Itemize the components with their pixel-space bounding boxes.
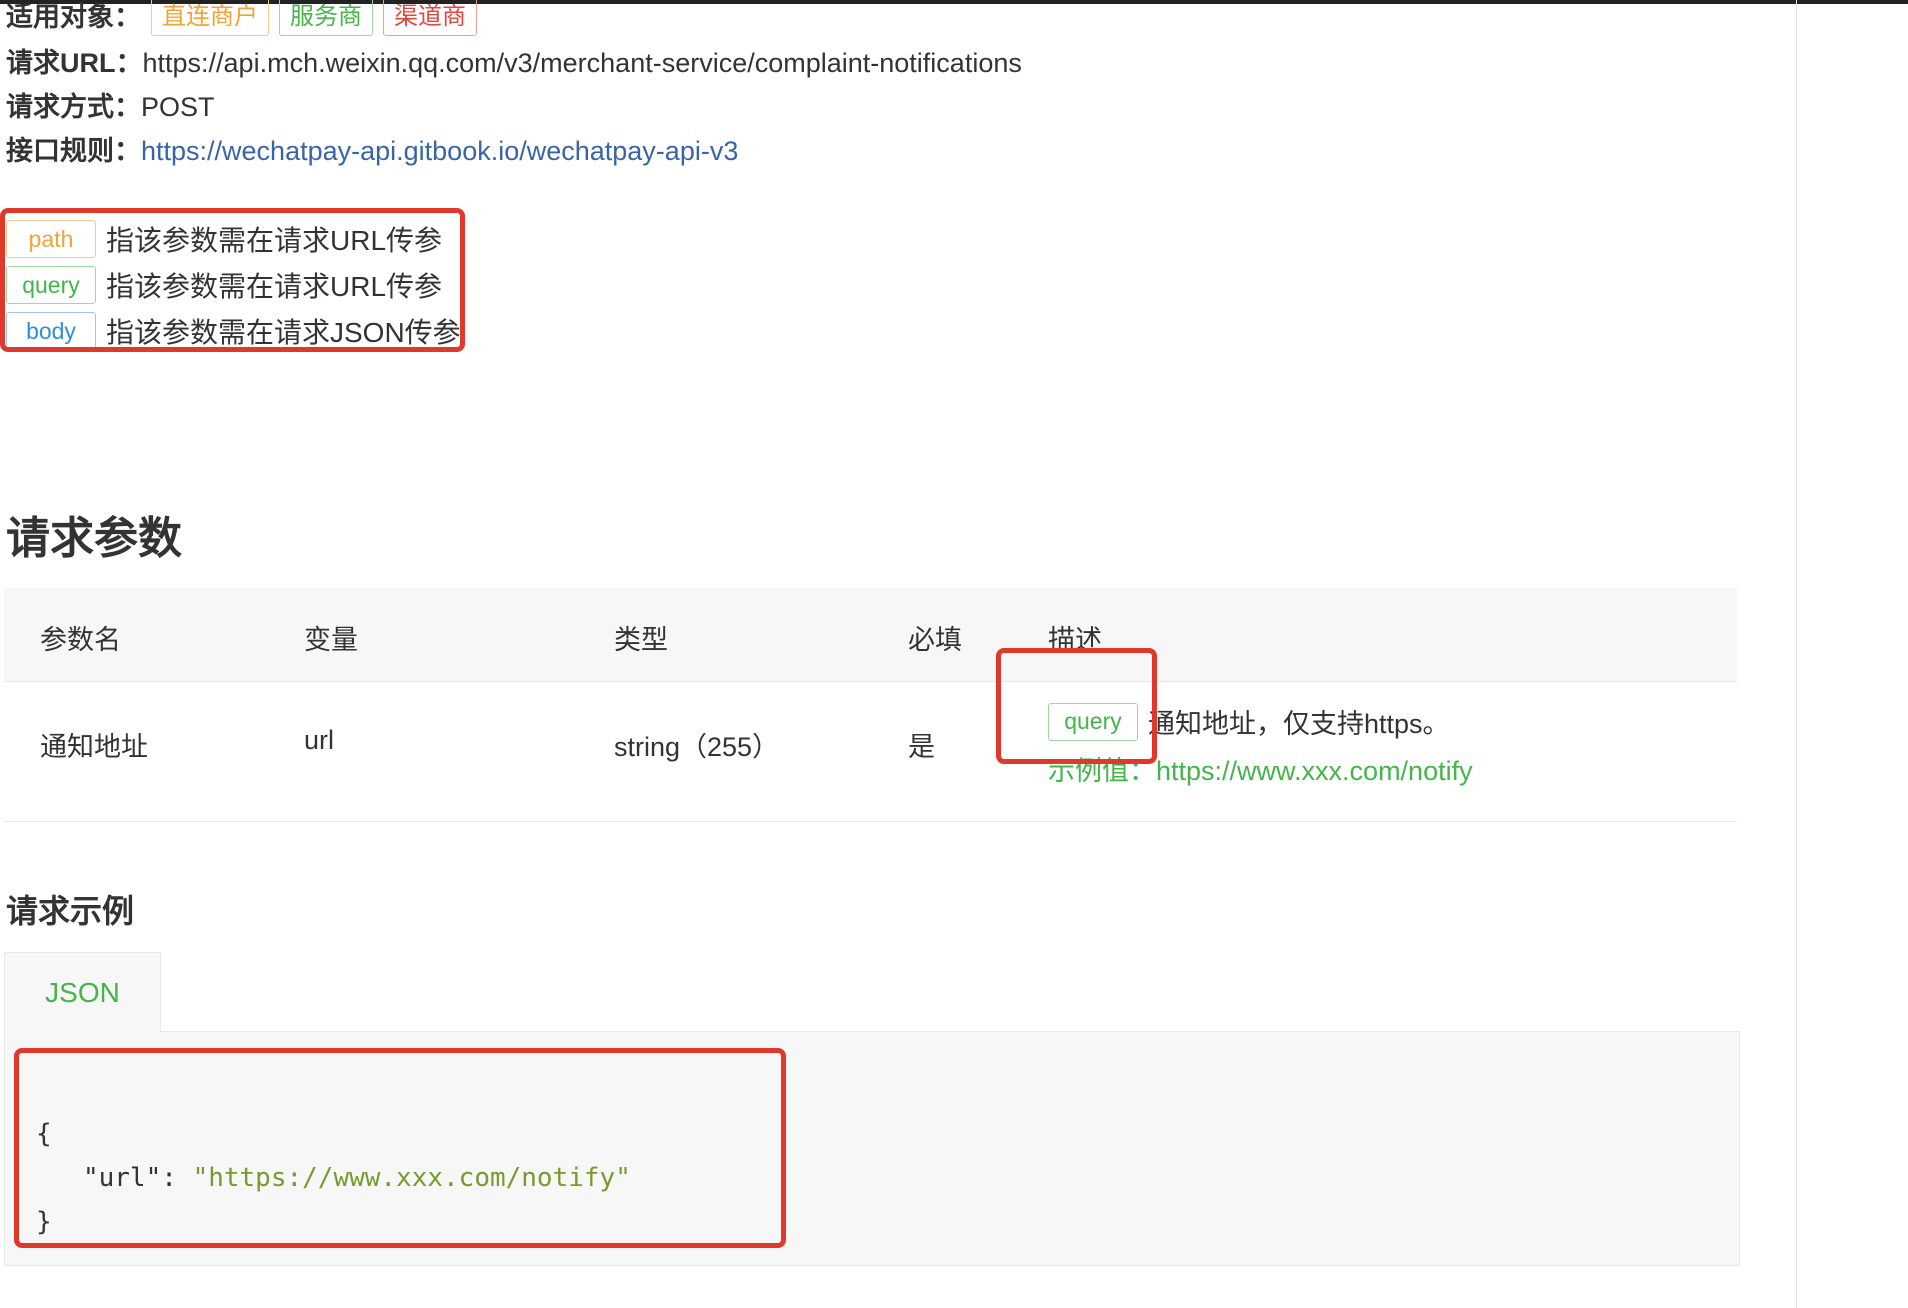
legend-text-query: 指该参数需在请求URL传参 (106, 271, 443, 302)
header-type: 类型 (614, 625, 668, 655)
tag-direct-merchant: 直连商户 (151, 0, 269, 36)
legend-path: path 指该参数需在请求URL传参 (6, 219, 442, 259)
legend-tag-path: path (6, 220, 96, 258)
legend-tag-query: query (6, 266, 96, 304)
tag-service-provider: 服务商 (279, 0, 373, 36)
description-text: 通知地址，仅支持https。 (1148, 709, 1450, 739)
cell-description: query 通知地址，仅支持https。 示例值：https://www.xxx… (1048, 702, 1473, 788)
code-key: "url" (82, 1163, 162, 1193)
params-table-header: 参数名 变量 类型 必填 描述 (4, 588, 1737, 682)
request-example-title: 请求示例 (6, 893, 135, 929)
request-method-label: 请求方式： (6, 92, 141, 122)
description-query-tag: query (1048, 702, 1138, 741)
request-method-value: POST (141, 92, 215, 122)
applicable-row: 适用对象： 直连商户 服务商 渠道商 (6, 0, 487, 36)
legend-text-path: 指该参数需在请求URL传参 (106, 225, 443, 256)
request-method-row: 请求方式： POST (6, 90, 215, 124)
table-row: 通知地址 url string（255） 是 query 通知地址，仅支持htt… (4, 682, 1737, 822)
code-value: "https://www.xxx.com/notify" (192, 1163, 631, 1193)
header-required: 必填 (908, 625, 962, 655)
description-main: query 通知地址，仅支持https。 (1048, 702, 1473, 741)
api-rules-row: 接口规则： https://wechatpay-api.gitbook.io/w… (6, 134, 738, 168)
params-table: 参数名 变量 类型 必填 描述 通知地址 url string（255） 是 q… (4, 588, 1737, 822)
code-block: { "url": "https://www.xxx.com/notify" } (36, 1112, 631, 1244)
example-value-label: 示例值： (1048, 756, 1156, 786)
request-url-value: https://api.mch.weixin.qq.com/v3/merchan… (142, 48, 1022, 78)
applicable-label: 适用对象： (6, 2, 141, 32)
header-description: 描述 (1048, 625, 1102, 655)
legend-query: query 指该参数需在请求URL传参 (6, 265, 442, 305)
example-value-line: 示例值：https://www.xxx.com/notify (1048, 749, 1473, 788)
api-rules-label: 接口规则： (6, 136, 141, 166)
tag-channel-provider: 渠道商 (383, 0, 477, 36)
code-close-brace: } (36, 1207, 52, 1237)
header-param-name: 参数名 (40, 625, 121, 655)
tab-json[interactable]: JSON (4, 952, 161, 1032)
code-open-brace: { (36, 1119, 52, 1149)
right-divider (1796, 0, 1797, 1308)
legend-body: body 指该参数需在请求JSON传参 (6, 311, 461, 351)
request-url-row: 请求URL： https://api.mch.weixin.qq.com/v3/… (6, 46, 1022, 80)
cell-variable: url (304, 725, 335, 755)
request-url-label: 请求URL： (6, 48, 143, 78)
cell-required: 是 (908, 732, 935, 762)
legend-tag-body: body (6, 312, 96, 350)
legend-text-body: 指该参数需在请求JSON传参 (106, 317, 461, 348)
header-variable: 变量 (304, 625, 358, 655)
example-value-link[interactable]: https://www.xxx.com/notify (1156, 756, 1473, 786)
request-params-title: 请求参数 (6, 514, 182, 563)
cell-type: string（255） (614, 732, 780, 762)
code-colon: : (161, 1163, 193, 1193)
api-rules-link[interactable]: https://wechatpay-api.gitbook.io/wechatp… (141, 134, 738, 168)
cell-param-name: 通知地址 (40, 732, 148, 762)
